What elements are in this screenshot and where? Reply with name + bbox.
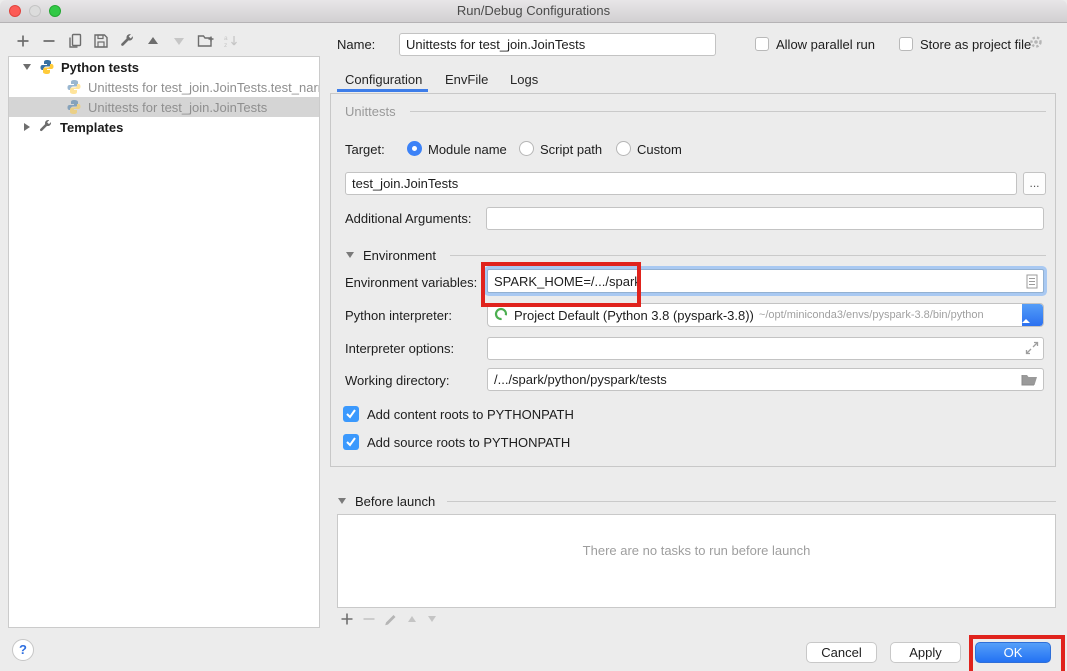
- svg-text:z: z: [224, 42, 227, 49]
- unittests-group-title: Unittests: [345, 104, 396, 119]
- expand-field-icon[interactable]: [1024, 340, 1040, 359]
- store-as-project-file-checkbox[interactable]: [899, 37, 913, 51]
- add-source-roots-label: Add source roots to PYTHONPATH: [367, 435, 570, 450]
- tab-configuration[interactable]: Configuration: [345, 72, 422, 87]
- python-tests-icon: [39, 59, 55, 75]
- folder-icon[interactable]: [1021, 372, 1039, 390]
- new-folder-icon[interactable]: [197, 33, 213, 49]
- gear-icon[interactable]: [1028, 34, 1044, 53]
- minimize-window-button[interactable]: [29, 5, 41, 17]
- group-divider: [410, 111, 1046, 112]
- python-interpreter-label: Python interpreter:: [345, 308, 452, 323]
- configurations-tree: Python tests Unittests for test_join.Joi…: [8, 56, 320, 628]
- sort-configurations-icon[interactable]: az: [223, 33, 239, 49]
- configurations-toolbar: az: [15, 33, 239, 49]
- add-content-roots-label: Add content roots to PYTHONPATH: [367, 407, 574, 422]
- environment-section-header: Environment: [363, 248, 436, 263]
- working-directory-label: Working directory:: [345, 373, 450, 388]
- radio-module-name[interactable]: [407, 141, 422, 156]
- tree-item-unittest-narrow[interactable]: Unittests for test_join.JoinTests.test_n…: [9, 77, 319, 97]
- target-label: Target:: [345, 142, 385, 157]
- tree-item-python-tests[interactable]: Python tests: [9, 57, 319, 77]
- python-test-icon: [66, 99, 82, 115]
- edit-templates-icon[interactable]: [119, 33, 135, 49]
- edit-task-icon[interactable]: [384, 612, 398, 626]
- before-launch-task-list[interactable]: [337, 514, 1056, 608]
- tree-item-unittest-jointests-selected[interactable]: Unittests for test_join.JoinTests: [9, 97, 319, 117]
- group-divider: [447, 501, 1056, 502]
- tree-item-label: Unittests for test_join.JoinTests: [88, 100, 267, 115]
- environment-variables-field[interactable]: [487, 269, 1044, 293]
- edit-variables-icon[interactable]: [1026, 274, 1038, 292]
- no-tasks-message: There are no tasks to run before launch: [337, 543, 1056, 558]
- python-test-icon: [66, 79, 82, 95]
- save-configuration-icon[interactable]: [93, 33, 109, 49]
- allow-parallel-run-checkbox[interactable]: [755, 37, 769, 51]
- apply-button[interactable]: Apply: [890, 642, 961, 663]
- store-as-project-file-label: Store as project file: [920, 37, 1031, 52]
- templates-wrench-icon: [38, 119, 54, 135]
- additional-arguments-input[interactable]: [486, 207, 1044, 230]
- tab-logs[interactable]: Logs: [510, 72, 538, 87]
- tab-envfile[interactable]: EnvFile: [445, 72, 488, 87]
- environment-collapse-icon[interactable]: [346, 252, 354, 258]
- copy-configuration-icon[interactable]: [67, 33, 83, 49]
- close-window-button[interactable]: [9, 5, 21, 17]
- move-down-icon[interactable]: [171, 33, 187, 49]
- remove-task-icon[interactable]: [362, 612, 376, 626]
- move-task-up-icon[interactable]: [406, 613, 418, 625]
- tree-item-label: Unittests for test_join.JoinTests.test_n…: [88, 80, 319, 95]
- add-content-roots-checkbox[interactable]: [343, 406, 359, 422]
- run-debug-configurations-dialog: Run/Debug Configurations az Python test: [0, 0, 1067, 671]
- target-input[interactable]: [345, 172, 1017, 195]
- allow-parallel-run-label: Allow parallel run: [776, 37, 875, 52]
- browse-target-button[interactable]: ...: [1023, 172, 1046, 195]
- before-launch-toolbar: [340, 612, 438, 626]
- interpreter-path: ~/opt/miniconda3/envs/pyspark-3.8/bin/py…: [759, 309, 984, 321]
- zoom-window-button[interactable]: [49, 5, 61, 17]
- radio-script-path[interactable]: [519, 141, 534, 156]
- tree-item-label: Templates: [60, 120, 123, 135]
- active-tab-indicator: [337, 89, 428, 92]
- window-controls: [9, 5, 61, 17]
- radio-custom-label: Custom: [637, 142, 682, 157]
- ok-button[interactable]: OK: [975, 642, 1051, 663]
- radio-custom[interactable]: [616, 141, 631, 156]
- add-configuration-icon[interactable]: [15, 33, 31, 49]
- interpreter-options-input[interactable]: [487, 337, 1044, 360]
- move-up-icon[interactable]: [145, 33, 161, 49]
- add-source-roots-checkbox[interactable]: [343, 434, 359, 450]
- python-interpreter-dropdown[interactable]: Project Default (Python 3.8 (pyspark-3.8…: [487, 303, 1044, 327]
- conda-environment-icon: [494, 307, 508, 324]
- group-divider: [450, 255, 1046, 256]
- add-task-icon[interactable]: [340, 612, 354, 626]
- radio-script-path-label: Script path: [540, 142, 602, 157]
- environment-variables-input[interactable]: [488, 270, 1043, 292]
- interpreter-options-label: Interpreter options:: [345, 341, 454, 356]
- before-launch-header: Before launch: [355, 494, 435, 509]
- environment-variables-label: Environment variables:: [345, 275, 477, 290]
- remove-configuration-icon[interactable]: [41, 33, 57, 49]
- move-task-down-icon[interactable]: [426, 613, 438, 625]
- cancel-button[interactable]: Cancel: [806, 642, 877, 663]
- name-label: Name:: [337, 37, 375, 52]
- working-directory-input[interactable]: [487, 368, 1044, 391]
- radio-module-name-label: Module name: [428, 142, 507, 157]
- titlebar: Run/Debug Configurations: [0, 0, 1067, 23]
- help-button[interactable]: ?: [12, 639, 34, 661]
- tree-item-label: Python tests: [61, 60, 139, 75]
- dropdown-spinner-icon[interactable]: [1022, 304, 1043, 326]
- interpreter-name: Project Default (Python 3.8 (pyspark-3.8…: [514, 308, 754, 323]
- name-input[interactable]: [399, 33, 716, 56]
- before-launch-collapse-icon[interactable]: [338, 498, 346, 504]
- tree-item-templates[interactable]: Templates: [9, 117, 319, 137]
- expand-arrow-icon[interactable]: [24, 123, 30, 131]
- additional-arguments-label: Additional Arguments:: [345, 211, 471, 226]
- collapse-arrow-icon[interactable]: [23, 64, 31, 70]
- window-title: Run/Debug Configurations: [0, 0, 1067, 22]
- svg-text:a: a: [224, 35, 228, 42]
